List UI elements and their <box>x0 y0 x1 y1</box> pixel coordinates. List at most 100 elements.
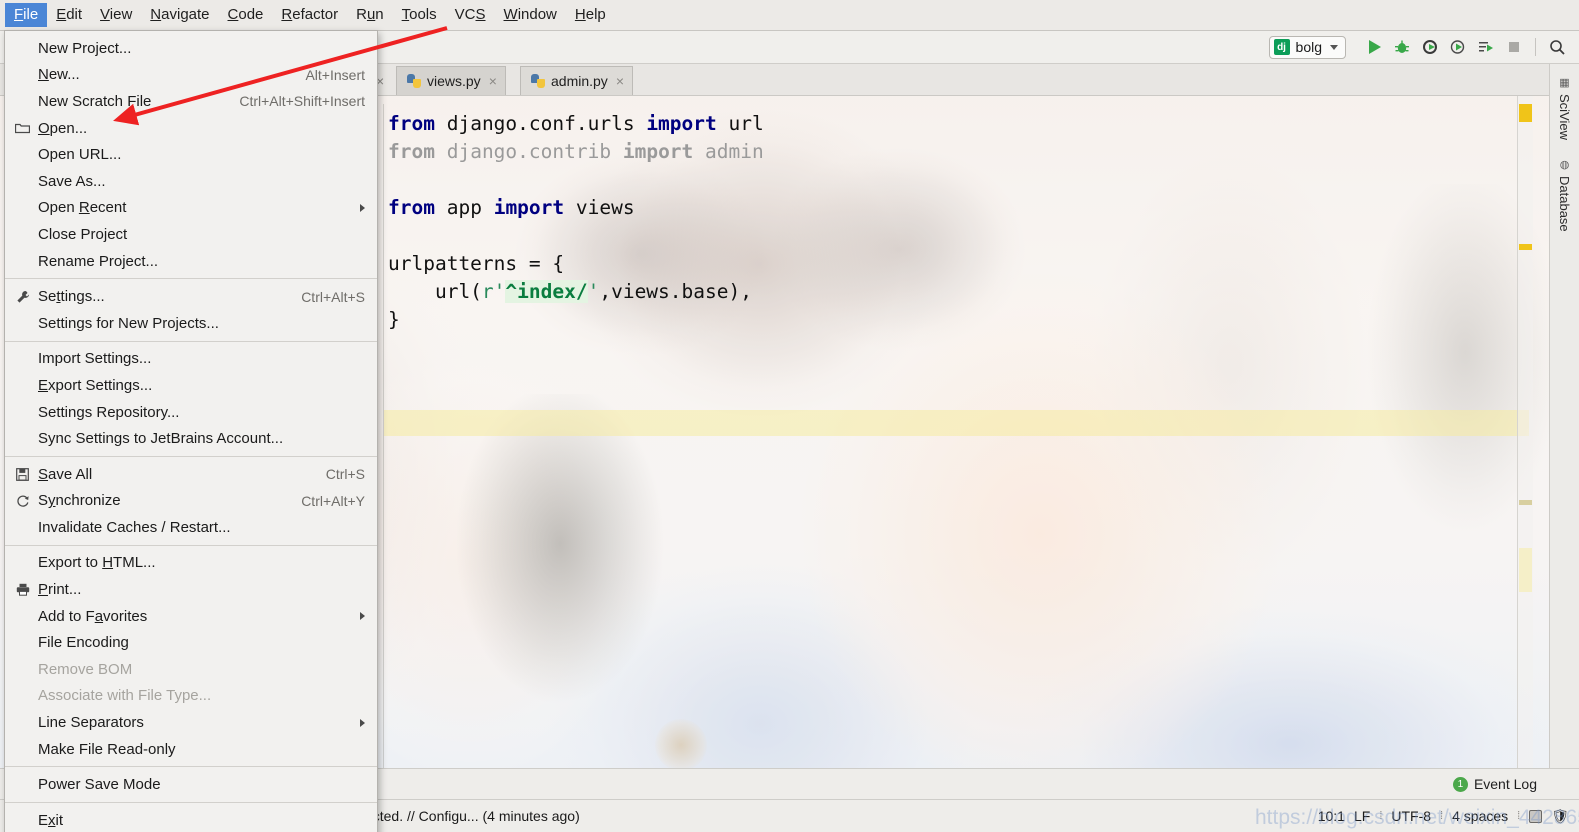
submenu-arrow-icon <box>360 612 365 621</box>
menubar-item-view[interactable]: View <box>91 3 141 27</box>
marker-warning[interactable] <box>1519 244 1532 250</box>
menu-item-open-url[interactable]: Open URL... <box>5 141 377 168</box>
stop-icon[interactable] <box>1501 35 1527 59</box>
lock-icon[interactable] <box>1529 809 1543 823</box>
menu-item-label: Save All <box>38 465 93 483</box>
marker-info[interactable] <box>1519 500 1532 505</box>
editor-background-detail <box>430 394 690 768</box>
menubar-item-navigate[interactable]: Navigate <box>141 3 218 27</box>
menu-item-file-encoding[interactable]: File Encoding <box>5 629 377 656</box>
menubar-item-run[interactable]: Run <box>347 3 393 27</box>
event-log-button[interactable]: 1 Event Log <box>1452 776 1537 792</box>
menubar-item-vcs[interactable]: VCS <box>446 3 495 27</box>
menu-item-label: Synchronize <box>38 492 121 510</box>
menu-item-label: New... <box>38 66 80 84</box>
menu-separator <box>5 455 377 457</box>
menu-item-export-settings[interactable]: Export Settings... <box>5 372 377 399</box>
run-coverage-icon[interactable] <box>1417 35 1443 59</box>
editor-background-detail-2 <box>1350 184 1579 604</box>
menu-item-open-recent[interactable]: Open Recent <box>5 195 377 222</box>
inspection-widget-icon[interactable]: 🛡 <box>1551 808 1569 825</box>
marker-warning[interactable] <box>1519 104 1532 122</box>
menubar-item-refactor[interactable]: Refactor <box>272 3 347 27</box>
editor-marker-bar[interactable] <box>1517 96 1533 768</box>
menu-item-import-settings[interactable]: Import Settings... <box>5 346 377 373</box>
editor-tab-label: views.py <box>427 73 481 89</box>
event-log-label: Event Log <box>1473 776 1537 792</box>
menu-item-associate-with-file-type: Associate with File Type... <box>5 683 377 710</box>
menu-item-add-to-favorites[interactable]: Add to Favorites <box>5 603 377 630</box>
event-log-count-badge: 1 <box>1452 776 1468 792</box>
code-content[interactable]: from django.conf.urls import url from dj… <box>388 110 764 334</box>
editor-tab-views[interactable]: views.py × <box>396 66 506 95</box>
menubar-item-tools[interactable]: Tools <box>393 3 446 27</box>
menu-item-shortcut: Alt+Insert <box>305 66 365 83</box>
debug-icon[interactable] <box>1389 35 1415 59</box>
menu-item-power-save-mode[interactable]: Power Save Mode <box>5 771 377 798</box>
menu-item-close-project[interactable]: Close Project <box>5 221 377 248</box>
menubar-item-code[interactable]: Code <box>219 3 273 27</box>
menu-item-invalidate-caches[interactable]: Invalidate Caches / Restart... <box>5 514 377 541</box>
menu-item-print[interactable]: Print... <box>5 576 377 603</box>
menu-item-save-all[interactable]: Save All Ctrl+S <box>5 461 377 488</box>
menu-item-exit[interactable]: Exit <box>5 807 377 832</box>
profile-icon[interactable] <box>1445 35 1471 59</box>
menu-item-new-scratch-file[interactable]: New Scratch File Ctrl+Alt+Shift+Insert <box>5 88 377 115</box>
menu-item-label: File Encoding <box>38 634 129 652</box>
menu-item-new-project[interactable]: New Project... <box>5 35 377 62</box>
menu-item-open[interactable]: Open... <box>5 115 377 142</box>
search-everywhere-icon[interactable] <box>1544 35 1570 59</box>
file-menu-popup: New Project... New... Alt+Insert New Scr… <box>4 30 378 832</box>
tool-window-database[interactable]: ◍ Database <box>1557 158 1572 232</box>
editor-gutter-divider <box>383 104 384 768</box>
menu-item-label: Add to Favorites <box>38 607 148 625</box>
menu-item-settings[interactable]: Settings... Ctrl+Alt+S <box>5 283 377 310</box>
caret-position[interactable]: 10:1 <box>1318 808 1345 824</box>
menubar-item-edit[interactable]: Edit <box>47 3 91 27</box>
menu-item-save-as[interactable]: Save As... <box>5 168 377 195</box>
menu-item-label: Make File Read-only <box>38 740 176 758</box>
menu-item-label: Settings Repository... <box>38 403 180 421</box>
menubar-item-file[interactable]: File <box>5 3 48 27</box>
menu-item-export-to-html[interactable]: Export to HTML... <box>5 550 377 577</box>
menubar-item-help[interactable]: Help <box>566 3 615 27</box>
file-encoding[interactable]: UTF-8 <box>1391 808 1431 824</box>
menu-separator <box>5 802 377 804</box>
run-configuration-selector[interactable]: dj bolg <box>1268 35 1346 59</box>
menu-item-line-separators[interactable]: Line Separators <box>5 709 377 736</box>
menu-item-shortcut: Ctrl+Alt+Shift+Insert <box>239 93 365 110</box>
indent-setting[interactable]: 4 spaces <box>1452 808 1508 824</box>
editor-tab-admin[interactable]: admin.py × <box>520 66 633 95</box>
separator-dots: ⁞ <box>1379 810 1383 822</box>
line-separator[interactable]: LF <box>1354 808 1370 824</box>
close-icon[interactable]: × <box>616 74 624 88</box>
menu-item-sync-settings-jetbrains[interactable]: Sync Settings to JetBrains Account... <box>5 425 377 452</box>
menu-item-new[interactable]: New... Alt+Insert <box>5 62 377 89</box>
toolbar-divider <box>1535 38 1536 56</box>
menu-item-settings-repository[interactable]: Settings Repository... <box>5 399 377 426</box>
floppy-icon <box>14 466 31 483</box>
tool-window-sciview[interactable]: ▦ SciView <box>1557 76 1572 140</box>
menu-item-label: Line Separators <box>38 714 144 732</box>
editor-tab-label: admin.py <box>551 73 608 89</box>
run-icon[interactable] <box>1361 35 1387 59</box>
menubar-item-window[interactable]: Window <box>495 3 566 27</box>
menu-item-settings-for-new-projects[interactable]: Settings for New Projects... <box>5 310 377 337</box>
editor-background-detail-3 <box>655 719 707 768</box>
menu-item-label: Export Settings... <box>38 376 153 394</box>
tool-window-label: Database <box>1557 176 1572 232</box>
menu-item-make-file-read-only[interactable]: Make File Read-only <box>5 736 377 763</box>
menu-item-label: Rename Project... <box>38 252 159 270</box>
menu-item-rename-project[interactable]: Rename Project... <box>5 248 377 275</box>
menu-item-label: Exit <box>38 811 64 829</box>
close-icon[interactable]: × <box>489 74 497 88</box>
grid-icon: ▦ <box>1558 76 1570 89</box>
menu-item-label: New Scratch File <box>38 92 152 110</box>
menu-item-shortcut: Ctrl+S <box>325 466 365 483</box>
menu-separator <box>5 340 377 342</box>
tool-window-label: SciView <box>1557 94 1572 141</box>
status-bar-right: 10:1 LF ⁞ UTF-8 ⁞ 4 spaces ⁞ 🛡 <box>1318 808 1569 825</box>
separator-dots: ⁞ <box>1440 810 1444 822</box>
menu-item-synchronize[interactable]: Synchronize Ctrl+Alt+Y <box>5 488 377 515</box>
run-with-console-icon[interactable] <box>1473 35 1499 59</box>
